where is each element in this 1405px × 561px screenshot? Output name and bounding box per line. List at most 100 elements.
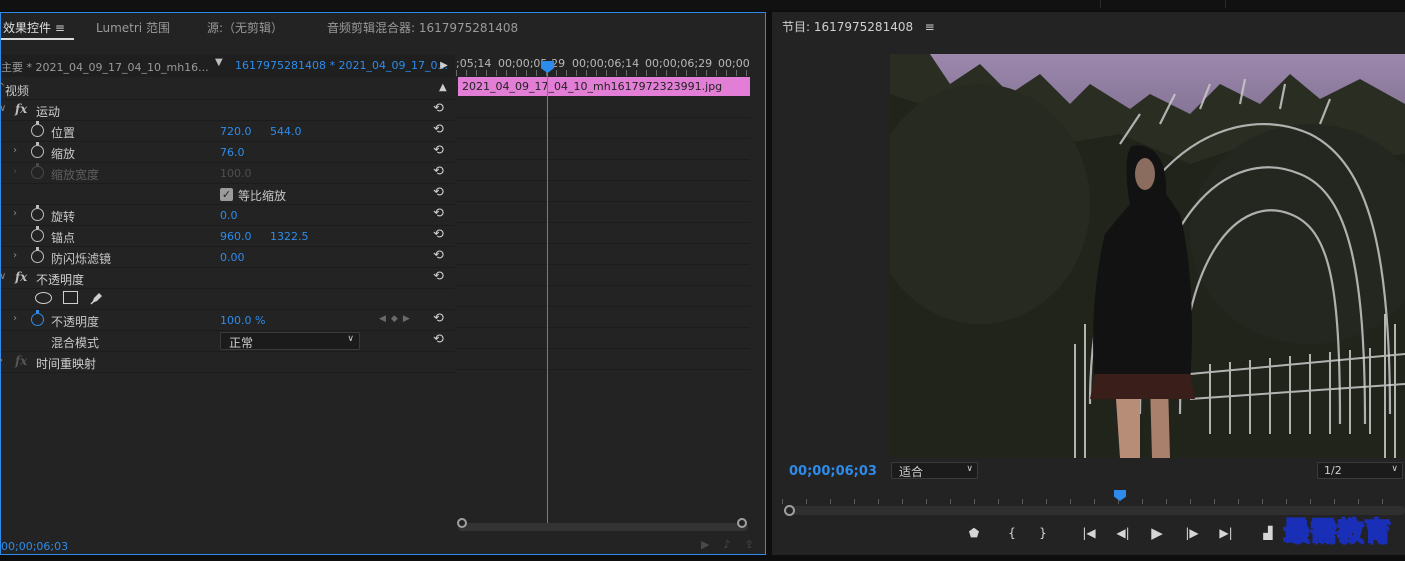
scale-value[interactable]: 76.0 — [220, 146, 245, 159]
stopwatch-icon[interactable] — [31, 247, 44, 263]
section-label: 视频 — [5, 84, 30, 98]
property-label: 旋转 — [51, 210, 76, 224]
separator — [1225, 0, 1226, 8]
keyframe-navigator[interactable]: ◀◆▶ — [379, 314, 415, 324]
chevron-down-icon: ∨ — [966, 464, 973, 474]
select-value: 正常 — [229, 336, 254, 350]
reset-icon[interactable]: ⟲ — [433, 333, 447, 347]
motion-effect-row[interactable]: ∨ fx 运动 ⟲ — [0, 100, 455, 121]
opacity-row: › 不透明度 100.0 % ◀◆▶ ⟲ — [1, 310, 455, 331]
sequence-clip-label[interactable]: 1617975281408 * 2021_04_09_17_0... — [235, 59, 448, 72]
step-back-icon[interactable]: ◀| — [1114, 524, 1132, 542]
tab-source[interactable]: 源:（无剪辑） — [207, 19, 283, 36]
chevron-right-icon[interactable]: › — [13, 208, 17, 219]
stopwatch-icon[interactable] — [31, 121, 44, 137]
chevron-down-icon[interactable]: ∨ — [0, 103, 6, 114]
pen-mask-icon[interactable] — [89, 290, 105, 306]
reset-icon[interactable]: ⟲ — [433, 186, 447, 200]
position-y-value[interactable]: 544.0 — [270, 125, 302, 138]
chevron-right-icon[interactable]: › — [13, 313, 17, 324]
panel-menu-icon[interactable]: ≡ — [55, 21, 65, 35]
anchor-y-value[interactable]: 1322.5 — [270, 230, 309, 243]
chevron-down-icon[interactable]: ▼ — [215, 57, 223, 68]
time-ruler[interactable]: ;05;14 00;00;05;29 00;00;06;14 00;00;06;… — [456, 55, 750, 76]
opacity-effect-row[interactable]: ∨ fx 不透明度 ⟲ — [0, 268, 455, 289]
go-to-out-icon[interactable]: ▶| — [1217, 524, 1235, 542]
playhead-timecode[interactable]: 00;00;06;03 — [789, 464, 877, 479]
tab-lumetri-scopes[interactable]: Lumetri 范围 — [96, 19, 170, 36]
blend-mode-row: 混合模式 正常 ∨ ⟲ — [1, 331, 455, 352]
current-timecode[interactable]: 00;00;06;03 — [1, 540, 68, 553]
property-label: 锚点 — [51, 231, 76, 245]
uniform-scale-checkbox[interactable]: ✓ — [220, 188, 233, 201]
ellipse-mask-icon[interactable] — [35, 292, 52, 304]
collapse-arrow-icon[interactable]: ▲ — [439, 82, 447, 93]
stopwatch-icon[interactable] — [31, 310, 44, 326]
reset-icon[interactable]: ⟲ — [433, 249, 447, 263]
fx-icon[interactable]: fx — [15, 270, 27, 284]
reset-icon[interactable]: ⟲ — [433, 165, 447, 179]
tab-audio-clip-mixer[interactable]: 音频剪辑混合器: 1617975281408 — [327, 19, 518, 36]
stopwatch-icon[interactable] — [31, 142, 44, 158]
mark-out-icon[interactable]: } — [1034, 524, 1052, 542]
panel-menu-icon[interactable]: ≡ — [925, 20, 935, 34]
play-only-clip-audio-button[interactable]: ▶ — [435, 57, 453, 75]
chevron-right-icon[interactable]: › — [13, 145, 17, 156]
separator — [1100, 0, 1101, 8]
play-icon[interactable]: ▶ — [1148, 524, 1166, 542]
chevron-down-icon[interactable]: ∨ — [0, 271, 6, 282]
playback-resolution-select[interactable]: 1/2 ∨ — [1317, 462, 1403, 479]
reset-icon[interactable]: ⟲ — [433, 312, 447, 326]
add-marker-icon[interactable]: ⬟ — [965, 524, 983, 542]
time-remap-row[interactable]: › fx 时间重映射 — [0, 352, 455, 373]
scrollbar-start-handle[interactable] — [784, 505, 795, 516]
reset-icon[interactable]: ⟲ — [433, 228, 447, 242]
watermark-logo: 最需教育 — [1282, 516, 1392, 548]
stopwatch-icon — [31, 163, 44, 179]
scrollbar-start-handle[interactable] — [457, 518, 467, 528]
ruler-label: 00;00 — [718, 57, 750, 70]
active-tab-indicator — [1, 38, 74, 40]
fx-icon[interactable]: fx — [15, 102, 27, 116]
reset-icon[interactable]: ⟲ — [433, 102, 447, 116]
anti-flicker-value[interactable]: 0.00 — [220, 251, 245, 264]
stopwatch-icon[interactable] — [31, 205, 44, 221]
reset-icon[interactable]: ⟲ — [433, 207, 447, 221]
blend-mode-select[interactable]: 正常 ∨ — [220, 332, 360, 350]
position-x-value[interactable]: 720.0 — [220, 125, 252, 138]
export-icon[interactable]: ⇪ — [744, 538, 767, 551]
filter-audio-icon[interactable]: ▶♪ — [701, 538, 744, 551]
master-clip-label[interactable]: 主要 * 2021_04_09_17_04_10_mh16... — [1, 59, 209, 75]
program-video-frame[interactable] — [890, 54, 1405, 458]
anchor-x-value[interactable]: 960.0 — [220, 230, 252, 243]
video-section-header: ^ 视频 ▲ — [0, 79, 455, 100]
clip-bar[interactable]: 2021_04_09_17_04_10_mh1617972323991.jpg — [458, 77, 750, 96]
reset-icon[interactable]: ⟲ — [433, 123, 447, 137]
program-monitor-title[interactable]: 节目: 1617975281408 ≡ — [782, 18, 935, 35]
timeline-scrollbar[interactable] — [458, 523, 748, 531]
effect-timeline: ;05;14 00;00;05;29 00;00;06;14 00;00;06;… — [456, 55, 750, 531]
tab-effect-controls[interactable]: 效果控件 ≡ — [3, 19, 65, 36]
playhead-line[interactable] — [547, 65, 548, 523]
opacity-value[interactable]: 100.0 % — [220, 314, 265, 327]
property-label: 不透明度 — [51, 315, 100, 329]
position-row: 位置 720.0 544.0 ⟲ — [1, 121, 455, 142]
go-to-in-icon[interactable]: |◀ — [1080, 524, 1098, 542]
zoom-fit-select[interactable]: 适合 ∨ — [891, 462, 978, 479]
lift-icon[interactable]: ▟ — [1259, 524, 1277, 542]
step-forward-icon[interactable]: |▶ — [1183, 524, 1201, 542]
chevron-right-icon[interactable]: › — [13, 250, 17, 261]
program-time-ruler[interactable] — [782, 494, 1405, 504]
scrollbar-end-handle[interactable] — [737, 518, 747, 528]
reset-icon[interactable]: ⟲ — [433, 144, 447, 158]
property-label: 缩放 — [51, 147, 76, 161]
effect-controls-panel: 效果控件 ≡ Lumetri 范围 源:（无剪辑） 音频剪辑混合器: 16179… — [0, 12, 766, 555]
rotation-value[interactable]: 0.0 — [220, 209, 238, 222]
mark-in-icon[interactable]: { — [1003, 524, 1021, 542]
reset-icon[interactable]: ⟲ — [433, 270, 447, 284]
chevron-right-icon[interactable]: › — [0, 355, 3, 366]
chevron-down-icon: ∨ — [347, 334, 354, 344]
rectangle-mask-icon[interactable] — [63, 291, 78, 304]
property-label: 缩放宽度 — [51, 168, 100, 182]
stopwatch-icon[interactable] — [31, 226, 44, 242]
